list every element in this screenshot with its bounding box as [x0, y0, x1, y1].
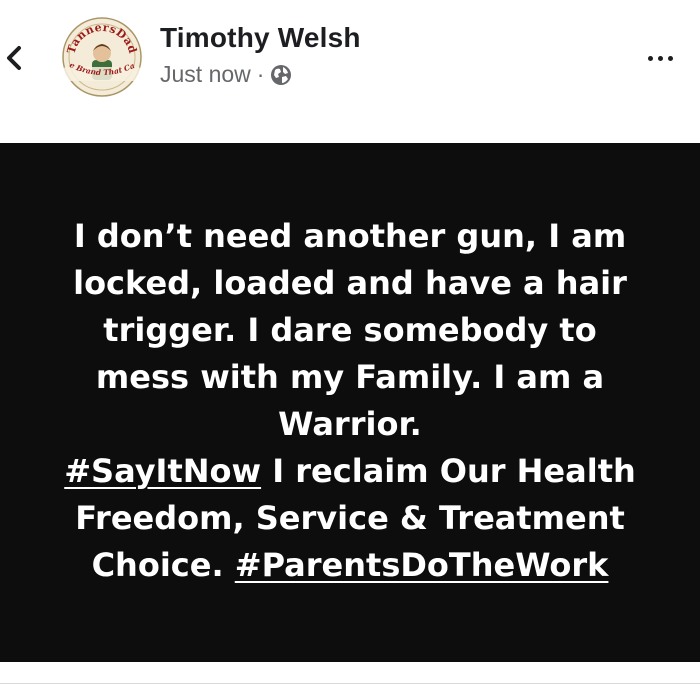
more-horizontal-icon [667, 55, 673, 61]
text-line-hashtag: Choice. #ParentsDoTheWork [20, 542, 680, 589]
meta-separator: · [256, 61, 265, 87]
post-view: TannersDad The Brand That Cares Timothy … [0, 0, 700, 700]
text-fragment: I reclaim Our Health [261, 452, 636, 490]
avatar[interactable]: TannersDad The Brand That Cares [62, 17, 142, 97]
text-line: Freedom, Service & Treatment [75, 499, 625, 537]
back-button[interactable] [0, 36, 28, 80]
text-line-hashtag: #SayItNow I reclaim Our Health [20, 448, 680, 495]
text-line: Warrior. [278, 405, 422, 443]
hashtag-sayitnow[interactable]: #SayItNow [64, 452, 261, 490]
text-line: locked, loaded and have a hair [73, 264, 627, 302]
text-fragment: Choice. [91, 546, 235, 584]
more-horizontal-icon [647, 55, 653, 61]
post-footer [0, 662, 700, 700]
post-timestamp[interactable]: Just now [160, 61, 251, 88]
hashtag-parentsdothework[interactable]: #ParentsDoTheWork [235, 546, 609, 584]
post-meta: Just now · [160, 61, 292, 88]
globe-icon[interactable] [270, 64, 292, 86]
text-line: mess with my Family. I am a [95, 358, 605, 396]
divider [0, 683, 700, 684]
text-line: trigger. I dare somebody to [103, 311, 597, 349]
more-options-button[interactable] [640, 44, 680, 72]
post-image-text: I don’t need another gun, I am locked, l… [20, 213, 680, 589]
author-name[interactable]: Timothy Welsh [160, 22, 361, 54]
chevron-left-icon [7, 46, 21, 70]
avatar-logo: TannersDad The Brand That Cares [62, 17, 142, 97]
post-header: TannersDad The Brand That Cares Timothy … [0, 0, 700, 143]
text-line: I don’t need another gun, I am [73, 217, 627, 255]
more-horizontal-icon [657, 55, 663, 61]
